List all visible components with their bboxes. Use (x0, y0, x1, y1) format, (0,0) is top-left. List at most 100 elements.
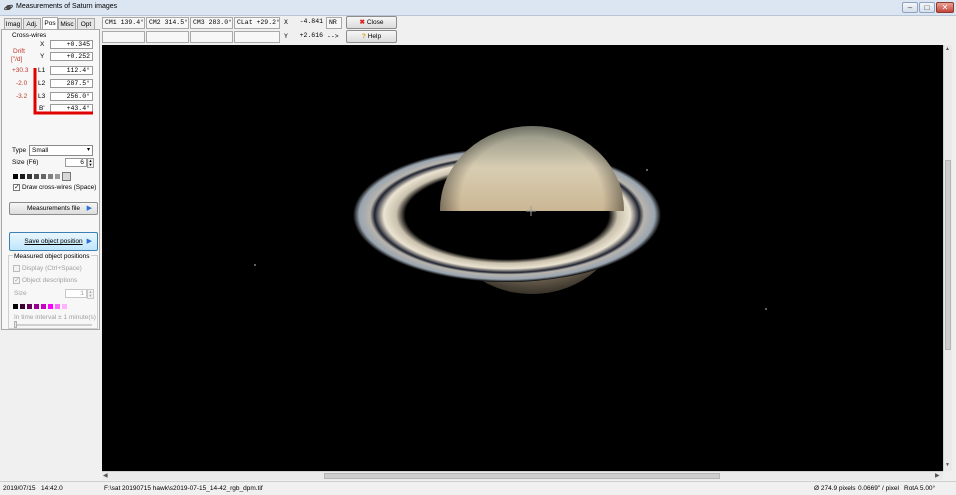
status-rotation: RotA 5.00° (904, 485, 936, 492)
display-checkbox[interactable] (13, 265, 20, 272)
measured-positions-heading: Measured object positions (13, 253, 91, 260)
help-button-label: Help (367, 33, 382, 40)
toolbar-arrow: --> (327, 33, 339, 40)
color-swatch[interactable] (41, 303, 46, 309)
color-swatch[interactable] (48, 173, 53, 179)
close-x-icon: ✖ (359, 19, 365, 26)
y-field[interactable]: +0.252 (50, 52, 93, 61)
x-field[interactable]: +0.345 (50, 40, 93, 49)
status-scale: 0.0669" / pixel (858, 485, 899, 492)
type-label: Type (12, 147, 27, 154)
color-swatch[interactable] (41, 173, 46, 179)
highlight-bracket (33, 68, 93, 115)
type-select[interactable]: Small ▾ (29, 145, 93, 156)
size-spinner[interactable]: ▲ ▼ (87, 158, 94, 168)
minimize-button[interactable]: – (902, 2, 918, 13)
scroll-arrow-icon[interactable]: ▼ (945, 462, 950, 468)
save-object-position-label: Save object position (24, 238, 83, 245)
image-view[interactable] (102, 45, 943, 471)
moon-dot (765, 308, 767, 310)
vertical-scroll-thumb[interactable] (945, 160, 951, 350)
toolbar-y-value: +2.616 (299, 32, 323, 39)
color-swatch[interactable] (20, 303, 25, 309)
size-label: Size (F6) (12, 159, 39, 166)
app-icon (4, 4, 13, 11)
scroll-arrow-icon[interactable]: ▲ (945, 46, 950, 52)
color-swatch[interactable] (62, 171, 71, 181)
nr-display: NR (326, 17, 342, 29)
measurements-file-button[interactable]: Measurements file ▶ (9, 202, 98, 215)
tab-pane-pos: Cross-wires Drift ["/d] X +0.345 Y +0.25… (1, 29, 100, 330)
draw-crosswires-label: Draw cross-wires (Space) (22, 184, 97, 191)
color-swatch[interactable] (34, 303, 39, 309)
toolbar-empty-2 (146, 31, 189, 43)
l2-drift: -2.0 (16, 80, 28, 87)
y-label: Y (40, 53, 45, 60)
object-descriptions-label: Object descriptions (22, 277, 78, 284)
help-button[interactable]: ? Help (346, 30, 397, 43)
vertical-scrollbar[interactable]: ▲ ▼ (943, 45, 952, 471)
saturn-image (254, 126, 767, 310)
toolbar-empty-4 (234, 31, 280, 43)
horizontal-scroll-thumb[interactable] (324, 473, 720, 479)
horizontal-scrollbar[interactable]: ◀ ▶ (102, 471, 943, 480)
toolbar-empty-1 (102, 31, 145, 43)
x-label: X (40, 41, 45, 48)
measurements-file-label: Measurements file (26, 205, 81, 212)
interval-slider-track[interactable] (14, 324, 92, 326)
crosswire-color-swatches (13, 171, 71, 181)
size-field[interactable]: 6 (65, 158, 87, 167)
drift-unit: ["/d] (11, 56, 23, 63)
cm2-display: CM2 314.5° (146, 17, 189, 29)
color-swatch[interactable] (34, 173, 39, 179)
interval-label: In time interval ± 1 minute(s) (14, 314, 96, 321)
title-bar: Measurements of Saturn images – □ ✕ (0, 0, 956, 16)
save-object-position-button[interactable]: Save object position ▶ (9, 232, 98, 251)
color-swatch[interactable] (27, 303, 32, 309)
toolbar-y-label: Y (284, 33, 288, 40)
close-button-label: Close (366, 19, 384, 26)
play-arrow-icon: ▶ (86, 205, 92, 212)
status-file: F:\sat 20190715 hawk\s2019-07-15_14-42_r… (104, 485, 263, 492)
status-time: 14:42.0 (41, 485, 63, 492)
object-descriptions-checkbox[interactable] (13, 276, 20, 284)
moon-dot (646, 169, 648, 171)
maximize-button[interactable]: □ (919, 2, 935, 13)
color-swatch[interactable] (20, 173, 25, 179)
status-date: 2019/07/15 (3, 485, 36, 492)
measured-size-field[interactable]: 1 (65, 289, 87, 298)
window-title: Measurements of Saturn images (16, 3, 118, 10)
chevron-down-icon: ▾ (86, 147, 90, 153)
play-arrow-icon: ▶ (86, 238, 92, 245)
left-panel: Imag Adj. Pos Misc Opt Cross-wires Drift… (0, 16, 101, 481)
measured-size-spinner[interactable]: ▲ ▼ (87, 289, 94, 299)
moon-dot (254, 264, 256, 266)
drift-label: Drift (13, 48, 25, 55)
type-select-value: Small (32, 147, 49, 154)
close-button[interactable]: ✖ Close (346, 16, 397, 29)
color-swatch[interactable] (27, 173, 32, 179)
status-bar: 2019/07/15 14:42.0 F:\sat 20190715 hawk\… (0, 481, 956, 495)
color-swatch[interactable] (55, 303, 60, 309)
interval-slider-thumb[interactable] (14, 321, 17, 328)
measured-color-swatches (13, 302, 67, 310)
scroll-arrow-icon[interactable]: ◀ (103, 472, 108, 479)
color-swatch[interactable] (13, 303, 18, 309)
measured-positions-group: Measured object positions Display (Ctrl+… (8, 253, 98, 329)
window-close-button[interactable]: ✕ (936, 2, 954, 13)
clat-display: CLat +29.2° (234, 17, 280, 29)
cm3-display: CM3 283.0° (190, 17, 233, 29)
toolbar-x-label: X (284, 19, 288, 26)
display-label: Display (Ctrl+Space) (22, 265, 82, 272)
l1-drift: +30.3 (12, 67, 29, 74)
color-swatch[interactable] (13, 173, 18, 179)
color-swatch[interactable] (55, 173, 60, 179)
color-swatch[interactable] (62, 303, 67, 309)
color-swatch[interactable] (48, 303, 53, 309)
l3-drift: -3.2 (16, 93, 28, 100)
measured-size-label: Size (14, 290, 27, 297)
draw-crosswires-checkbox[interactable] (13, 183, 20, 191)
scroll-arrow-icon[interactable]: ▶ (935, 472, 940, 479)
toolbar-x-value: -4.841 (299, 18, 323, 25)
toolbar-empty-3 (190, 31, 233, 43)
